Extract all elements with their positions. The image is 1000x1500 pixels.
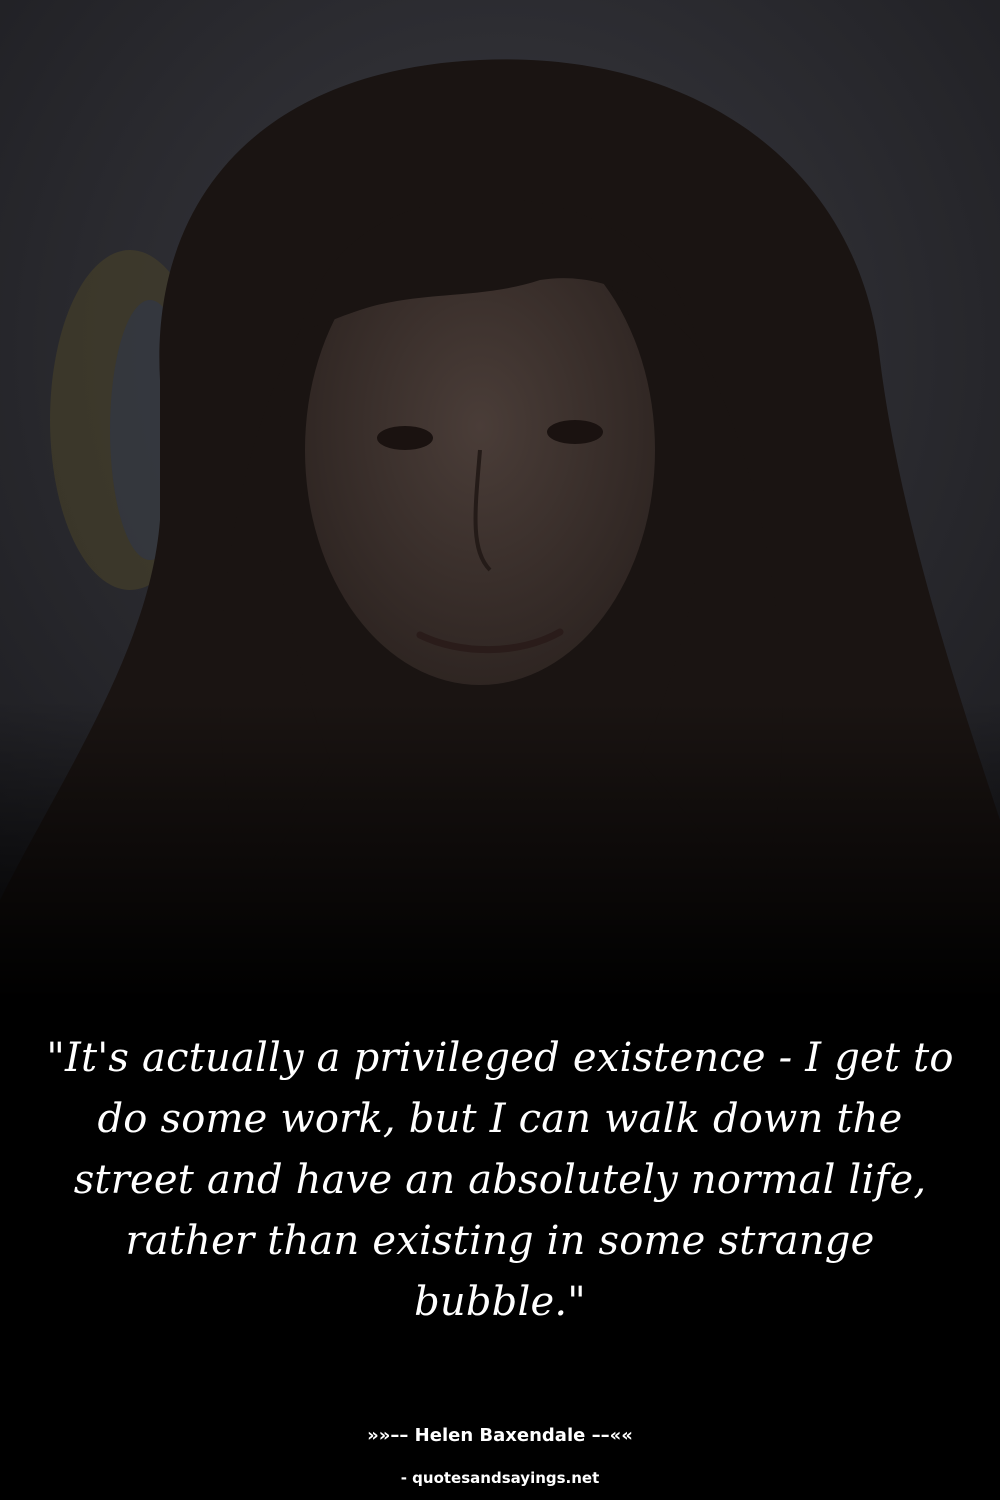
quote-text: "It's actually a privileged existence - … xyxy=(46,1035,954,1325)
quote-block: "It's actually a privileged existence - … xyxy=(40,1028,960,1333)
author-attribution: »»–– Helen Baxendale ––«« xyxy=(367,1425,633,1446)
portrait-photo xyxy=(0,0,1000,1000)
source-credit: - quotesandsayings.net xyxy=(400,1469,600,1487)
